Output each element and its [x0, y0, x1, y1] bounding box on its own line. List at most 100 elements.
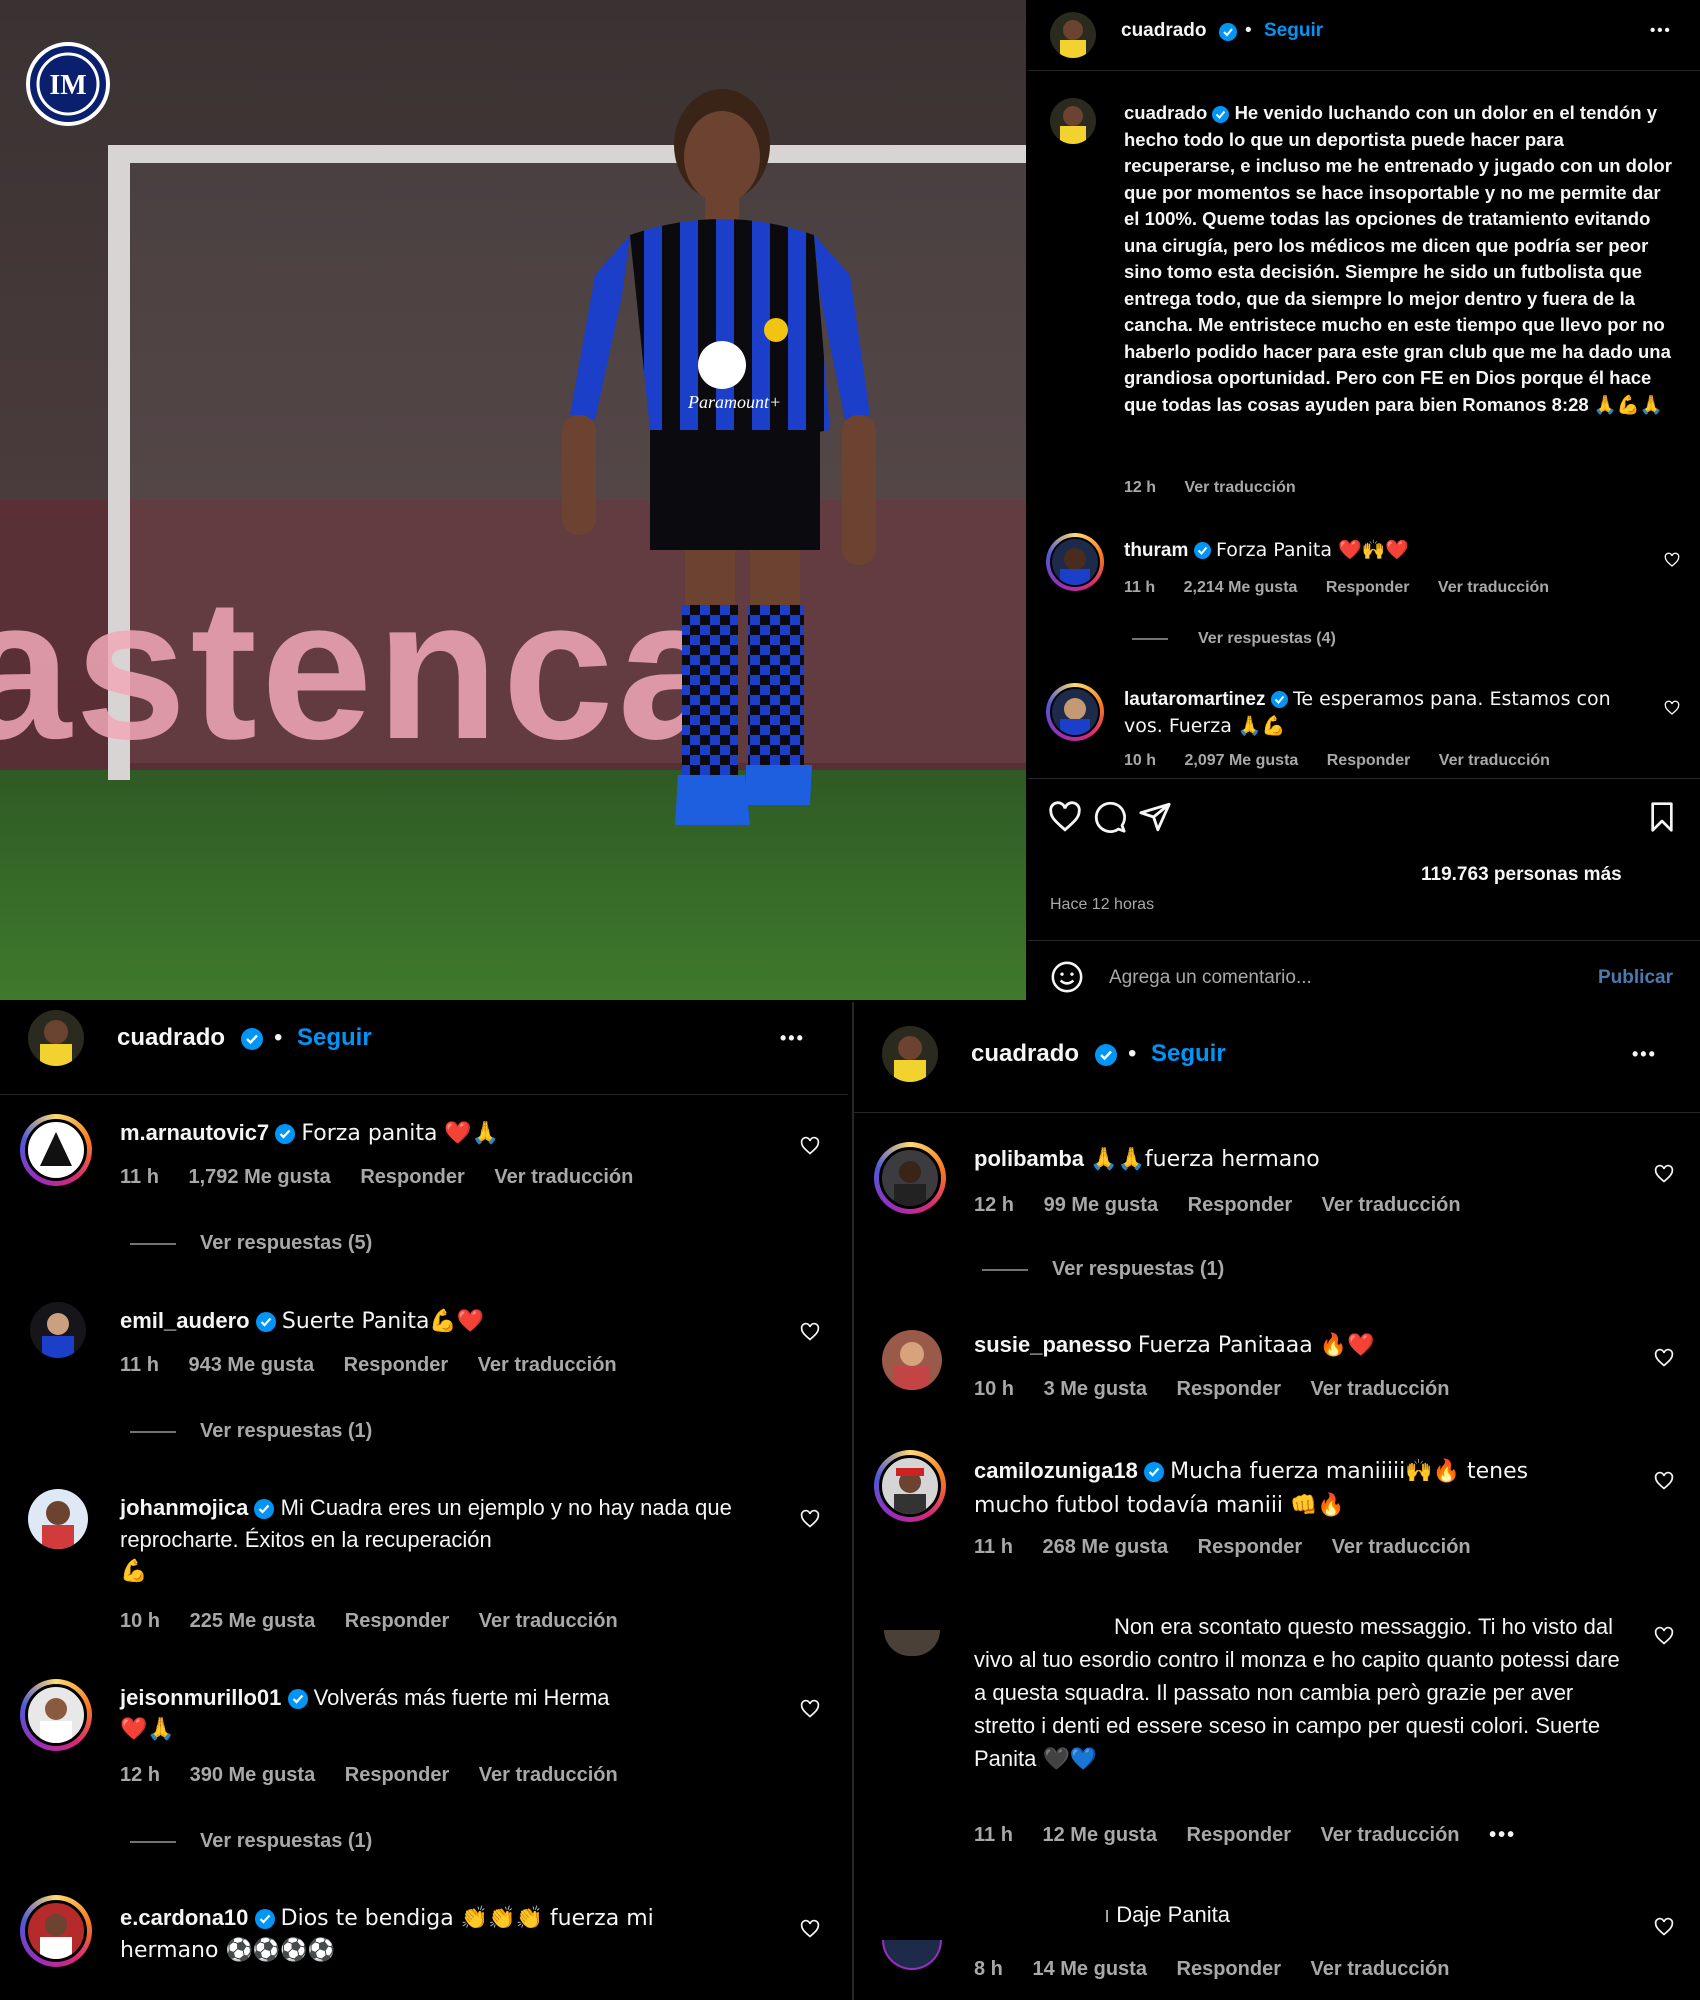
avatar[interactable]: [879, 1147, 941, 1209]
view-replies[interactable]: Ver respuestas (1): [982, 1258, 1248, 1281]
likes-count[interactable]: 1,792 Me gusta: [188, 1166, 330, 1188]
translate-link[interactable]: Ver traducción: [1184, 479, 1295, 496]
translate-link[interactable]: Ver traducción: [479, 1764, 618, 1786]
translate-link[interactable]: Ver traducción: [1439, 752, 1550, 769]
translate-link[interactable]: Ver traducción: [479, 1610, 618, 1632]
reply-link[interactable]: Responder: [345, 1610, 449, 1632]
reply-link[interactable]: Responder: [1177, 1958, 1281, 1980]
reply-link[interactable]: Responder: [344, 1354, 448, 1376]
avatar[interactable]: [1050, 537, 1100, 587]
like-icon[interactable]: [1048, 800, 1082, 834]
reply-link[interactable]: Responder: [345, 1764, 449, 1786]
likes-count[interactable]: 2,097 Me gusta: [1184, 752, 1298, 769]
translate-link[interactable]: Ver traducción: [1311, 1958, 1450, 1980]
likes-summary[interactable]: 119.763 personas más: [1421, 864, 1622, 886]
comment-icon[interactable]: [1093, 800, 1127, 834]
view-replies[interactable]: Ver respuestas (1): [130, 1420, 396, 1443]
like-comment-icon[interactable]: [1654, 1164, 1674, 1184]
avatar[interactable]: [1050, 687, 1100, 737]
avatar[interactable]: [25, 1119, 87, 1181]
likes-count[interactable]: 12 Me gusta: [1042, 1824, 1156, 1846]
translate-link[interactable]: Ver traducción: [1311, 1378, 1450, 1400]
like-comment-icon[interactable]: [1654, 1626, 1674, 1646]
comment-text: Mucha fuerza maniiiii🙌🔥 tenes: [1170, 1459, 1529, 1484]
view-replies[interactable]: Ver respuestas (4): [1132, 630, 1336, 648]
like-comment-icon[interactable]: [800, 1509, 820, 1529]
like-comment-icon[interactable]: [800, 1322, 820, 1342]
share-icon[interactable]: [1138, 800, 1172, 834]
caption-username[interactable]: cuadrado: [1124, 102, 1207, 123]
more-options-button[interactable]: •••: [1650, 22, 1672, 39]
translate-link[interactable]: Ver traducción: [494, 1166, 633, 1188]
publish-button[interactable]: Publicar: [1598, 967, 1673, 989]
comment-username[interactable]: e.cardona10: [120, 1905, 248, 1930]
comment-username[interactable]: thuram: [1124, 540, 1188, 561]
reply-link[interactable]: Responder: [360, 1166, 464, 1188]
likes-count[interactable]: 3 Me gusta: [1044, 1378, 1147, 1400]
header-username[interactable]: cuadrado: [117, 1024, 225, 1052]
comment-username[interactable]: polibamba: [974, 1146, 1084, 1171]
translate-link[interactable]: Ver traducción: [478, 1354, 617, 1376]
avatar[interactable]: [882, 1330, 942, 1390]
more-options-button[interactable]: •••: [780, 1028, 805, 1049]
comment-username[interactable]: m.arnautovic7: [120, 1120, 269, 1145]
follow-button[interactable]: Seguir: [1151, 1040, 1226, 1068]
likes-count[interactable]: 99 Me gusta: [1044, 1194, 1158, 1216]
view-replies[interactable]: Ver respuestas (1): [130, 1830, 396, 1853]
comment-username[interactable]: lautaromartinez: [1124, 689, 1265, 710]
follow-button[interactable]: Seguir: [1264, 20, 1323, 42]
likes-count[interactable]: 2,214 Me gusta: [1184, 579, 1298, 596]
avatar[interactable]: [28, 1489, 88, 1549]
likes-count[interactable]: 943 Me gusta: [188, 1354, 314, 1376]
comment-username[interactable]: johanmojica: [120, 1495, 248, 1520]
likes-count[interactable]: 225 Me gusta: [190, 1610, 316, 1632]
follow-button[interactable]: Seguir: [297, 1024, 372, 1052]
comment-username[interactable]: camilozuniga18: [974, 1458, 1138, 1483]
avatar[interactable]: [30, 1302, 86, 1358]
likes-count[interactable]: 14 Me gusta: [1032, 1958, 1146, 1980]
likes-count[interactable]: 268 Me gusta: [1042, 1536, 1168, 1558]
avatar[interactable]: [1050, 12, 1096, 58]
translate-link[interactable]: Ver traducción: [1438, 579, 1549, 596]
more-options-button[interactable]: •••: [1632, 1044, 1657, 1065]
avatar[interactable]: [25, 1900, 87, 1962]
comment-username[interactable]: jeisonmurillo01: [120, 1685, 281, 1710]
likes-count[interactable]: 390 Me gusta: [190, 1764, 316, 1786]
avatar[interactable]: [879, 1455, 941, 1517]
translate-link[interactable]: Ver traducción: [1322, 1194, 1461, 1216]
bookmark-icon[interactable]: [1646, 800, 1678, 834]
translate-link[interactable]: Ver traducción: [1321, 1824, 1460, 1846]
avatar[interactable]: [882, 1026, 938, 1082]
comment-more-button[interactable]: •••: [1489, 1824, 1516, 1846]
avatar[interactable]: [28, 1010, 84, 1066]
comment-username[interactable]: emil_audero: [120, 1308, 250, 1333]
header-username[interactable]: cuadrado: [1121, 20, 1207, 42]
avatar[interactable]: [1050, 98, 1096, 144]
comment-text: Volverás más fuerte mi Herma: [313, 1685, 610, 1710]
translate-link[interactable]: Ver traducción: [1332, 1536, 1471, 1558]
reply-link[interactable]: Responder: [1326, 579, 1410, 596]
comment-username[interactable]: susie_panesso: [974, 1332, 1132, 1357]
avatar[interactable]: [882, 1940, 942, 1970]
avatar[interactable]: [884, 1630, 940, 1656]
divider: [0, 1094, 848, 1095]
reply-link[interactable]: Responder: [1198, 1536, 1302, 1558]
like-comment-icon[interactable]: [1664, 552, 1680, 568]
emoji-icon[interactable]: [1050, 960, 1084, 994]
avatar[interactable]: [25, 1684, 87, 1746]
like-comment-icon[interactable]: [1654, 1471, 1674, 1491]
verified-icon: [254, 1909, 275, 1930]
like-comment-icon[interactable]: [1654, 1348, 1674, 1368]
like-comment-icon[interactable]: [800, 1136, 820, 1156]
like-comment-icon[interactable]: [1654, 1917, 1674, 1937]
reply-link[interactable]: Responder: [1187, 1824, 1291, 1846]
reply-link[interactable]: Responder: [1177, 1378, 1281, 1400]
view-replies[interactable]: Ver respuestas (5): [130, 1232, 396, 1255]
comment-input[interactable]: Agrega un comentario...: [1109, 967, 1312, 989]
like-comment-icon[interactable]: [800, 1699, 820, 1719]
reply-link[interactable]: Responder: [1327, 752, 1411, 769]
like-comment-icon[interactable]: [1664, 700, 1680, 716]
like-comment-icon[interactable]: [800, 1919, 820, 1939]
header-username[interactable]: cuadrado: [971, 1040, 1079, 1068]
reply-link[interactable]: Responder: [1188, 1194, 1292, 1216]
